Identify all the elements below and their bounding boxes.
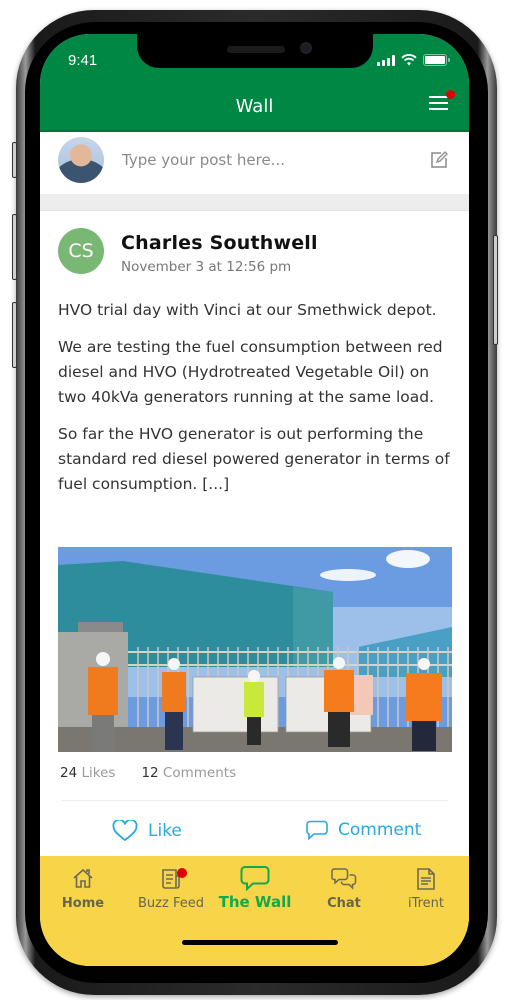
tab-label: The Wall <box>218 893 292 911</box>
front-camera <box>300 42 312 54</box>
tab-home[interactable]: Home <box>40 864 126 911</box>
wifi-icon <box>401 54 417 66</box>
tab-the-wall[interactable]: The Wall <box>212 864 298 911</box>
notification-dot <box>446 90 455 99</box>
post-photo[interactable] <box>58 547 452 752</box>
app-screen: 9:41 Wall Type your post here... CS Char… <box>40 34 469 966</box>
post-paragraph: HVO trial day with Vinci at our Smethwic… <box>58 301 437 319</box>
heart-icon <box>112 820 138 842</box>
hamburger-line <box>429 102 448 104</box>
app-header: 9:41 Wall <box>40 34 469 130</box>
likes-count[interactable]: 24 Likes <box>60 765 115 781</box>
comments-number: 12 <box>141 765 159 781</box>
battery-icon <box>423 54 450 66</box>
cellular-signal-icon <box>377 54 395 66</box>
like-button[interactable]: Like <box>112 820 182 842</box>
comments-label: Comments <box>162 765 237 781</box>
post-input[interactable] <box>122 146 412 174</box>
mute-switch <box>12 142 17 178</box>
page-title: Wall <box>235 96 274 117</box>
menu-button[interactable] <box>429 90 455 112</box>
worker <box>88 652 118 752</box>
likes-label: Likes <box>81 765 116 781</box>
likes-number: 24 <box>60 765 78 781</box>
home-icon <box>73 868 93 888</box>
earpiece-speaker <box>227 46 285 53</box>
post-paragraph: So far the HVO generator is out performi… <box>58 425 450 493</box>
notification-dot <box>177 868 187 878</box>
power-button <box>493 235 498 345</box>
hamburger-line <box>429 108 448 110</box>
comment-label: Comment <box>338 820 422 840</box>
tab-label: iTrent <box>407 896 445 911</box>
post-paragraph: We are testing the fuel consumption betw… <box>58 338 443 406</box>
tab-label: Buzz Feed <box>138 896 204 911</box>
tab-label: Chat <box>327 896 361 911</box>
comment-icon <box>306 820 328 840</box>
notch <box>137 34 373 68</box>
status-icons <box>377 54 450 66</box>
speech-bubble-icon <box>240 866 270 892</box>
bottom-tab-bar: Home Buzz Feed The Wall Chat iTrent <box>40 856 469 966</box>
edit-icon[interactable] <box>429 150 449 170</box>
post-composer <box>40 130 469 194</box>
photo-scene <box>58 547 452 752</box>
author-avatar[interactable]: CS <box>58 228 104 274</box>
author-name[interactable]: Charles Southwell <box>121 232 318 254</box>
post-body: HVO trial day with Vinci at our Smethwic… <box>58 298 458 509</box>
post-stats: 24 Likes 12 Comments <box>60 765 236 781</box>
post-card: CS Charles Southwell November 3 at 12:56… <box>40 212 469 862</box>
status-time: 9:41 <box>68 52 98 69</box>
hamburger-icon <box>429 96 448 98</box>
tab-label: Home <box>61 896 105 911</box>
document-icon <box>417 868 435 890</box>
tab-chat[interactable]: Chat <box>301 864 387 911</box>
comments-count[interactable]: 12 Comments <box>141 765 236 781</box>
comment-button[interactable]: Comment <box>306 820 421 840</box>
current-user-avatar[interactable] <box>58 137 104 183</box>
tab-itrent[interactable]: iTrent <box>383 864 469 911</box>
like-label: Like <box>148 821 182 841</box>
volume-up-button <box>12 214 17 280</box>
tab-buzz-feed[interactable]: Buzz Feed <box>128 864 214 911</box>
volume-down-button <box>12 302 17 368</box>
feed-separator <box>40 194 469 211</box>
home-indicator[interactable] <box>182 940 338 945</box>
post-timestamp: November 3 at 12:56 pm <box>121 259 292 275</box>
divider <box>62 800 448 801</box>
chat-bubbles-icon <box>331 868 357 890</box>
